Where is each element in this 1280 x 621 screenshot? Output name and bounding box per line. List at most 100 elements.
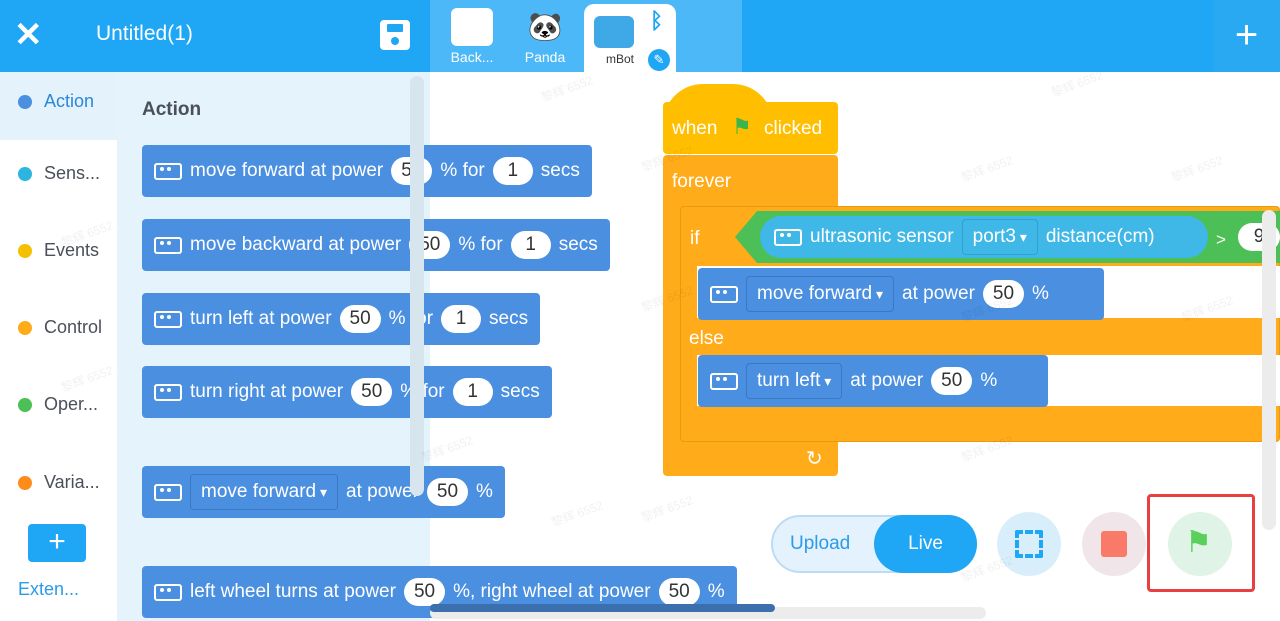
category-label: Oper... bbox=[44, 394, 99, 414]
direction-dropdown[interactable]: turn left bbox=[746, 363, 843, 399]
mbot-icon bbox=[152, 235, 182, 255]
block-text: % bbox=[980, 370, 998, 391]
category-sens[interactable]: Sens... bbox=[0, 144, 117, 212]
block-text: distance(cm) bbox=[1045, 226, 1155, 247]
power-input[interactable]: 50 bbox=[351, 378, 393, 406]
mbot-icon bbox=[708, 371, 738, 391]
value-input[interactable]: 1 bbox=[492, 157, 533, 185]
category-dot bbox=[18, 398, 32, 412]
sprite-backdrop[interactable]: Back... bbox=[430, 4, 514, 72]
edit-icon[interactable]: ✎ bbox=[648, 49, 670, 71]
mbot-icon bbox=[152, 309, 182, 329]
sprite-label: Back... bbox=[450, 49, 494, 65]
direction-dropdown[interactable]: move forward bbox=[746, 276, 895, 312]
power-input[interactable]: 50 bbox=[931, 367, 973, 395]
bluetooth-icon[interactable]: ᛒ bbox=[650, 8, 663, 34]
ultrasonic-sensor-block[interactable]: ultrasonic sensor port3 distance(cm) bbox=[760, 216, 1208, 258]
palette-block[interactable]: move forward at power50% for1secs bbox=[142, 145, 592, 197]
block-text: at power bbox=[850, 370, 924, 391]
mbot-icon bbox=[772, 227, 802, 247]
block-text: % bbox=[1032, 283, 1049, 304]
palette-block[interactable]: turn left at power50% for1secs bbox=[142, 293, 541, 345]
palette-title: Action bbox=[142, 99, 202, 120]
value-input[interactable]: 1 bbox=[441, 305, 482, 333]
value-input[interactable]: 50 bbox=[658, 578, 700, 606]
palette-block[interactable]: move forward at power 50% bbox=[142, 466, 505, 518]
block-text: secs bbox=[540, 160, 580, 181]
block-text: at power bbox=[902, 283, 975, 304]
category-control[interactable]: Control bbox=[0, 298, 117, 366]
block-text: left wheel turns at power bbox=[190, 581, 396, 602]
block-text: forever bbox=[672, 171, 732, 192]
block-text: ultrasonic sensor bbox=[810, 226, 954, 247]
category-label: Varia... bbox=[44, 472, 100, 492]
mbot-icon bbox=[152, 382, 182, 402]
block-text: secs bbox=[500, 381, 540, 402]
palette-block[interactable]: move backward at power 50% for 1 secs bbox=[142, 219, 610, 271]
block-text: if bbox=[690, 228, 700, 249]
canvas-vertical-scrollbar[interactable] bbox=[1262, 210, 1276, 530]
block-text: % bbox=[707, 581, 725, 602]
turn-block[interactable]: turn left at power 50 % bbox=[698, 355, 1048, 407]
watermark: 黎辉 6552 bbox=[1169, 153, 1225, 185]
direction-dropdown[interactable]: move forward bbox=[190, 474, 339, 510]
fullscreen-icon bbox=[1015, 530, 1043, 558]
backdrop-thumbnail bbox=[451, 8, 493, 46]
mbot-icon bbox=[152, 161, 182, 181]
value-input[interactable]: 1 bbox=[452, 378, 493, 406]
palette-block[interactable]: turn right at power 50% for 1 secs bbox=[142, 366, 552, 418]
highlight-box bbox=[1147, 494, 1255, 592]
sprite-label: mBot bbox=[605, 52, 634, 66]
power-input[interactable]: 50 bbox=[403, 578, 446, 606]
operator-symbol: > bbox=[1216, 230, 1226, 249]
block-text: % for bbox=[440, 160, 485, 181]
power-input[interactable]: 50 bbox=[339, 305, 381, 333]
block-text: move backward at power bbox=[190, 234, 402, 255]
category-dot bbox=[18, 95, 32, 109]
palette-scrollbar[interactable] bbox=[410, 76, 424, 496]
extension-label[interactable]: Exten... bbox=[18, 579, 79, 600]
block-text: at power bbox=[346, 481, 419, 502]
watermark: 黎辉 6552 bbox=[549, 498, 605, 530]
green-flag-icon: ⚑ bbox=[732, 114, 752, 139]
add-sprite-button[interactable]: + bbox=[1213, 0, 1280, 72]
mbot-icon bbox=[152, 482, 182, 502]
project-title[interactable]: Untitled(1) bbox=[96, 22, 193, 46]
save-icon[interactable] bbox=[380, 20, 410, 50]
sprite-label: Panda bbox=[524, 49, 566, 65]
close-icon[interactable]: ✕ bbox=[14, 16, 43, 54]
block-text: secs bbox=[558, 234, 598, 255]
port-dropdown[interactable]: port3 bbox=[961, 219, 1038, 255]
category-label: Sens... bbox=[44, 163, 101, 183]
palette-horizontal-scrollbar[interactable] bbox=[430, 604, 775, 612]
watermark: 黎辉 6552 bbox=[539, 73, 595, 105]
block-text: else bbox=[689, 328, 724, 349]
category-varia[interactable]: Varia... bbox=[0, 453, 117, 521]
mbot-icon bbox=[594, 16, 634, 48]
value-input[interactable]: 1 bbox=[510, 231, 551, 259]
watermark: 黎辉 6552 bbox=[959, 153, 1015, 185]
panda-icon: 🐼 bbox=[527, 11, 563, 42]
category-dot bbox=[18, 244, 32, 258]
category-label: Action bbox=[44, 91, 95, 111]
block-text: clicked bbox=[764, 118, 823, 139]
block-text: %, right wheel at power bbox=[453, 581, 651, 602]
move-block[interactable]: move forward at power 50 % bbox=[698, 268, 1104, 320]
category-dot bbox=[18, 167, 32, 181]
sprite-panda[interactable]: 🐼 Panda bbox=[503, 4, 587, 72]
live-mode-button[interactable]: Live bbox=[874, 515, 977, 573]
category-dot bbox=[18, 476, 32, 490]
add-extension-button[interactable]: + bbox=[28, 524, 86, 562]
upload-mode-button[interactable]: Upload bbox=[790, 533, 850, 555]
category-oper[interactable]: Oper... bbox=[0, 375, 117, 443]
category-dot bbox=[18, 321, 32, 335]
watermark: 黎辉 6552 bbox=[639, 493, 695, 525]
block-text: when bbox=[672, 118, 718, 139]
mbot-icon bbox=[708, 284, 738, 304]
power-input[interactable]: 50 bbox=[426, 478, 469, 506]
block-text: move forward at power bbox=[190, 160, 384, 181]
category-label: Control bbox=[44, 317, 103, 337]
stop-button[interactable] bbox=[1082, 512, 1146, 576]
block-text: % bbox=[476, 481, 493, 502]
loop-arrow-icon: ↻ bbox=[806, 448, 823, 470]
